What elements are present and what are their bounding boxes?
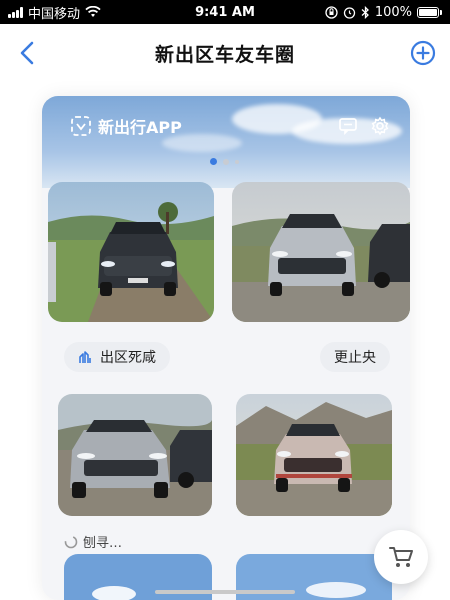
rotation-lock-icon [325, 5, 338, 19]
more-pill-label: 更止央 [334, 350, 376, 366]
battery-percent: 100% [374, 4, 412, 20]
more-pill[interactable]: 更止央 [320, 342, 390, 372]
car-image-tile[interactable] [48, 182, 214, 322]
car-image-tile[interactable] [236, 394, 392, 516]
pager-dots [210, 158, 239, 165]
pager-dot[interactable] [235, 159, 239, 164]
bluetooth-icon [361, 5, 369, 19]
banner-icons [338, 116, 390, 136]
nav-bar: 新出区车友车圈 [0, 24, 450, 82]
footer-label-text: 刨寻… [83, 536, 123, 551]
app-logo-icon [71, 116, 91, 136]
cart-icon [389, 547, 413, 567]
category-pill[interactable]: 出区死咸 [64, 342, 170, 372]
status-left: 中国移动 [8, 3, 101, 22]
banner[interactable]: 新出行APP [42, 96, 410, 188]
footer-label: 刨寻… [64, 532, 122, 551]
home-indicator [155, 590, 295, 594]
status-bar: 中国移动 9:41 AM 100% [0, 0, 450, 24]
status-right: 100% [325, 5, 442, 20]
car-photo [58, 394, 212, 516]
signal-icon [8, 6, 23, 18]
app-name: 新出行APP [98, 118, 182, 137]
wifi-icon [85, 6, 101, 17]
pager-dot[interactable] [210, 158, 217, 165]
category-pill-label: 出区死咸 [100, 350, 156, 366]
car-photo [48, 182, 214, 322]
car-image-tile[interactable] [232, 182, 410, 322]
add-circle-icon[interactable] [410, 40, 436, 66]
carrier-label: 中国移动 [28, 6, 81, 22]
chart-icon [79, 351, 91, 363]
battery-icon [417, 6, 442, 18]
back-icon [20, 41, 34, 65]
cart-button[interactable] [374, 530, 428, 584]
car-photo [232, 182, 410, 322]
car-photo [236, 394, 392, 516]
main-card: 新出行APP 出区死咸 更止央 刨寻… [42, 96, 410, 600]
spinner-icon [64, 535, 78, 548]
car-image-tile[interactable] [58, 394, 212, 516]
page-title: 新出区车友车圈 [154, 43, 295, 66]
pager-dot[interactable] [223, 158, 229, 165]
back-button[interactable] [14, 38, 40, 68]
settings-icon[interactable] [370, 116, 390, 136]
alarm-icon [343, 6, 355, 19]
app-logo: 新出行APP [70, 114, 182, 138]
message-icon[interactable] [338, 116, 358, 136]
